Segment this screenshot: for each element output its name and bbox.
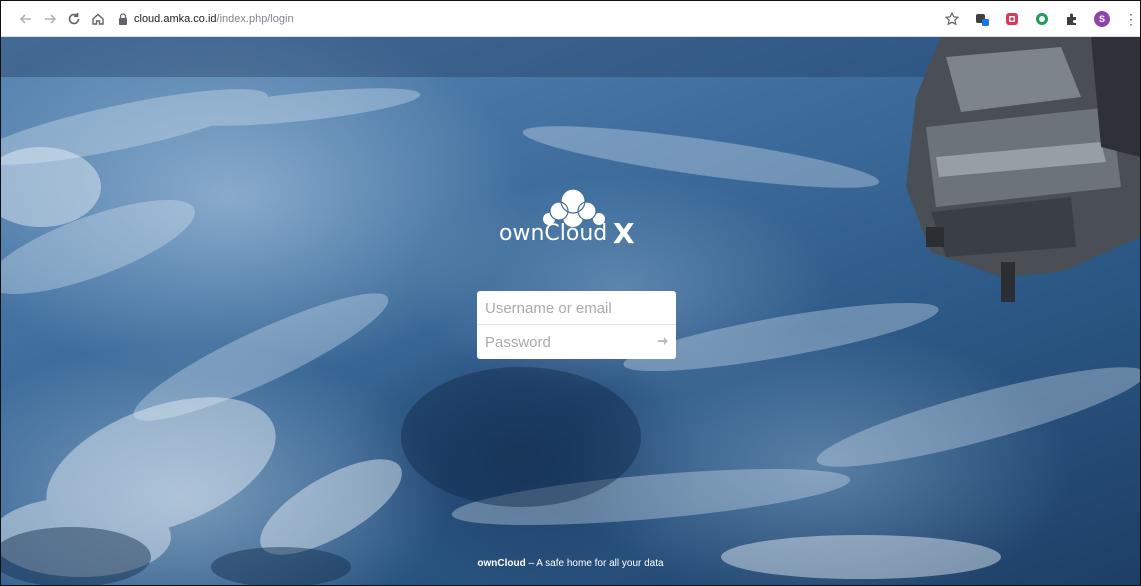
login-form <box>477 291 676 359</box>
home-icon[interactable] <box>89 10 107 28</box>
owncloud-logo: ownCloud X <box>499 187 649 253</box>
address-bar[interactable]: cloud.amka.co.id/index.php/login <box>117 9 294 29</box>
logo-x-mark: X <box>613 217 635 250</box>
browser-window: cloud.amka.co.id/index.php/login S ⋮ own… <box>0 0 1141 586</box>
toolbar-actions: S ⋮ <box>944 10 1138 28</box>
space-station-image <box>906 37 1140 302</box>
star-icon[interactable] <box>944 11 960 27</box>
green-circle-extension-icon[interactable] <box>1034 11 1050 27</box>
puzzle-icon[interactable] <box>1064 11 1080 27</box>
url-path: /index.php/login <box>216 13 294 25</box>
login-page-background: ownCloud X ownCloud – A safe home for al… <box>1 37 1140 585</box>
password-field-container <box>477 325 676 359</box>
footer-tagline: – A safe home for all your data <box>525 558 664 569</box>
logo-text: ownCloud <box>499 221 608 246</box>
back-arrow-icon[interactable] <box>17 10 35 28</box>
submit-arrow-icon[interactable] <box>656 334 670 348</box>
forward-arrow-icon[interactable] <box>41 10 59 28</box>
password-input[interactable] <box>477 325 647 359</box>
more-icon[interactable]: ⋮ <box>1124 11 1138 27</box>
reload-icon[interactable] <box>65 10 83 28</box>
username-input[interactable] <box>477 291 676 325</box>
avatar[interactable]: S <box>1094 11 1110 27</box>
footer-brand: ownCloud <box>477 558 526 569</box>
extension-icon[interactable] <box>974 11 990 27</box>
lock-icon <box>119 13 127 26</box>
footer: ownCloud – A safe home for all your data <box>1 558 1140 569</box>
url-host: cloud.amka.co.id <box>134 13 217 25</box>
username-field-container <box>477 291 676 325</box>
record-extension-icon[interactable] <box>1004 11 1020 27</box>
browser-toolbar: cloud.amka.co.id/index.php/login S ⋮ <box>1 1 1140 37</box>
